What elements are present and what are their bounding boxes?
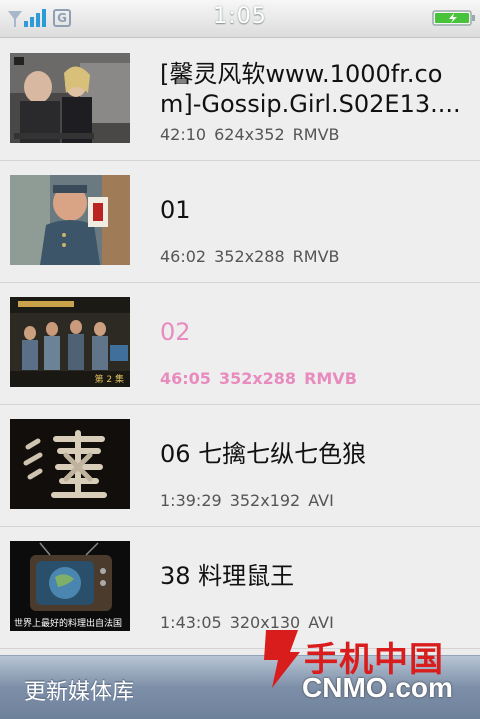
media-duration: 1:43:05	[160, 613, 222, 632]
media-list: [馨灵风软www.1000fr.com]-Gossip.Girl.S02E13.…	[0, 39, 480, 649]
thumbnail-caption: 第 2 集	[94, 375, 124, 385]
media-format: AVI	[308, 491, 334, 510]
list-item[interactable]: 第 2 集 02 46:05 352x288 RMVB	[0, 283, 480, 405]
media-format: RMVB	[292, 125, 340, 144]
list-item[interactable]: [馨灵风软www.1000fr.com]-Gossip.Girl.S02E13.…	[0, 39, 480, 161]
media-meta: 1:39:29 352x192 AVI	[160, 491, 342, 510]
media-resolution: 352x288	[218, 369, 297, 388]
cnmo-logo-icon	[264, 630, 300, 688]
media-duration: 42:10	[160, 125, 207, 144]
media-resolution: 352x192	[229, 491, 301, 510]
list-item[interactable]: 06 七擒七纵七色狼 1:39:29 352x192 AVI	[0, 405, 480, 527]
media-resolution: 352x288	[214, 247, 285, 266]
media-format: RMVB	[292, 247, 340, 266]
media-title: 02	[160, 318, 191, 346]
battery-charging-icon	[432, 10, 475, 26]
media-format: RMVB	[304, 369, 357, 388]
thumbnail-caption: 世界上最好的料理出自法国	[14, 619, 123, 629]
watermark-domain: CNMO.com	[302, 672, 453, 703]
video-thumbnail	[10, 419, 130, 509]
list-item[interactable]: 01 46:02 352x288 RMVB	[0, 161, 480, 283]
status-clock: 1:05	[213, 4, 267, 29]
media-meta: 42:10 624x352 RMVB	[160, 125, 348, 144]
media-title: 06 七擒七纵七色狼	[160, 440, 367, 468]
cnmo-watermark-logo: 手机中国 CNMO.com	[262, 628, 462, 704]
media-title: 38 料理鼠王	[160, 562, 295, 590]
media-title: [馨灵风软www.1000fr.com]-Gossip.Girl.S02E13.…	[160, 60, 461, 118]
media-meta: 46:05 352x288 RMVB	[160, 369, 365, 388]
video-thumbnail	[10, 53, 130, 143]
media-meta: 46:02 352x288 RMVB	[160, 247, 348, 266]
media-duration: 46:02	[160, 247, 207, 266]
update-media-library-button[interactable]: 更新媒体库	[24, 674, 134, 706]
video-thumbnail	[10, 175, 130, 265]
media-duration: 46:05	[160, 369, 211, 388]
media-resolution: 624x352	[214, 125, 285, 144]
status-bar: G 1:05	[0, 0, 480, 38]
media-duration: 1:39:29	[160, 491, 222, 510]
video-thumbnail: 第 2 集	[10, 297, 130, 387]
video-thumbnail: 世界上最好的料理出自法国	[10, 541, 130, 631]
media-title: 01	[160, 196, 191, 224]
